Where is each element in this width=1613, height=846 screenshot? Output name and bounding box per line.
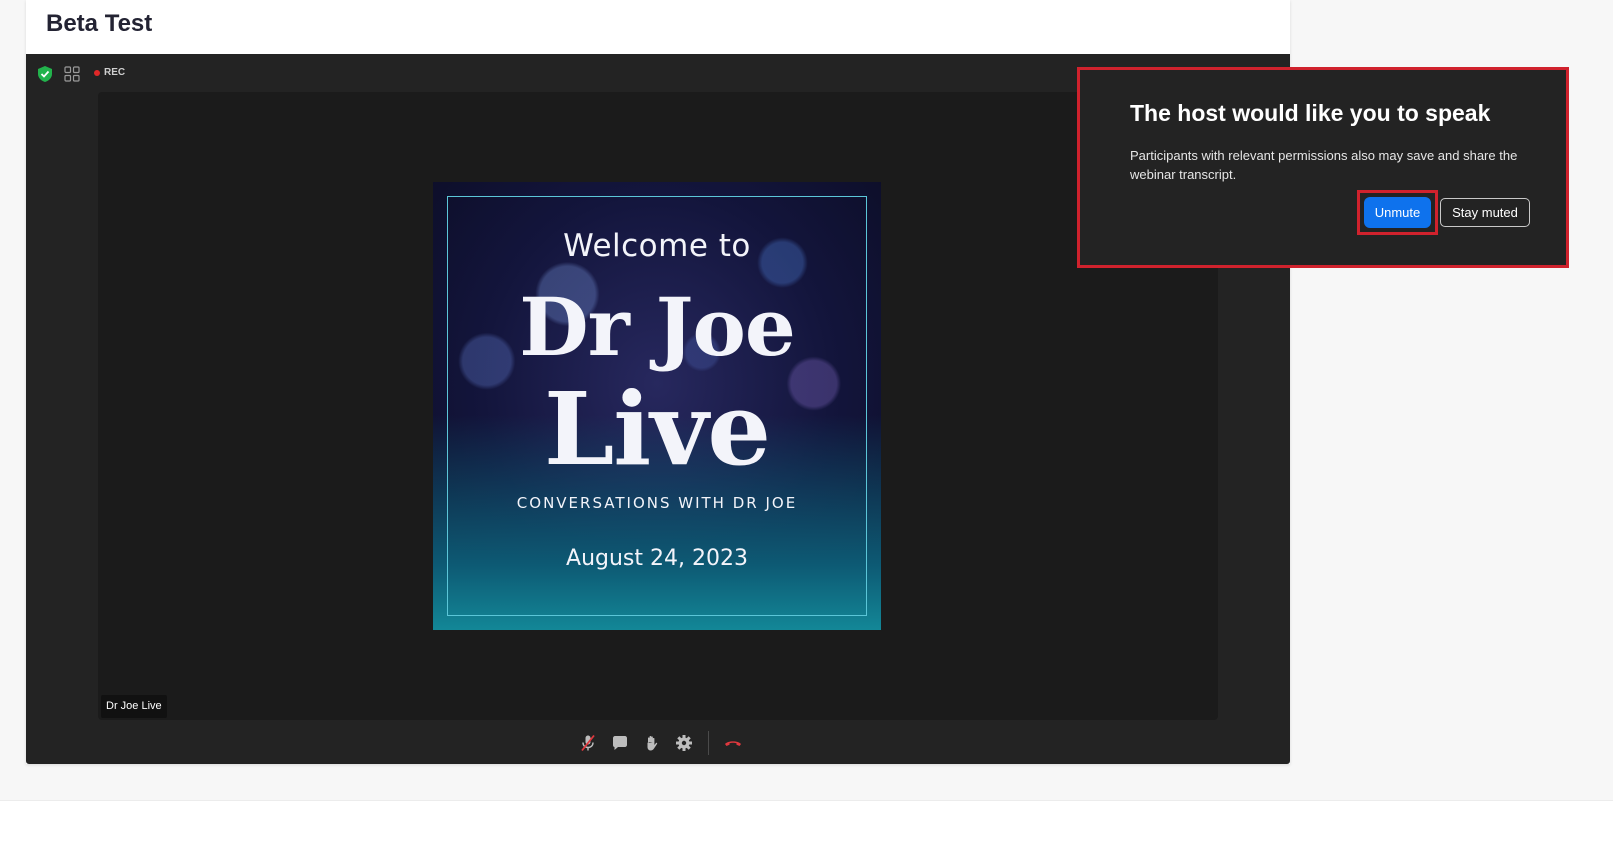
- participant-name-tag: Dr Joe Live: [101, 695, 167, 718]
- page-footer: [0, 800, 1613, 846]
- shield-check-icon[interactable]: [38, 66, 52, 87]
- rec-label: REC: [104, 67, 126, 78]
- poster-welcome: Welcome to: [563, 228, 751, 264]
- page-title: Beta Test: [46, 10, 153, 37]
- gallery-view-icon[interactable]: [64, 66, 80, 87]
- host-request-dialog: The host would like you to speak Partici…: [1077, 67, 1569, 268]
- controls-divider: [708, 731, 709, 755]
- meeting-controls: [578, 730, 743, 756]
- stay-muted-button[interactable]: Stay muted: [1440, 198, 1530, 227]
- video-stage: Welcome to Dr Joe Live CONVERSATIONS WIT…: [98, 92, 1218, 720]
- leave-icon[interactable]: [723, 733, 743, 753]
- chat-icon[interactable]: [610, 733, 630, 753]
- poster-subtitle: CONVERSATIONS WITH DR JOE: [516, 494, 798, 512]
- shared-screen-image: Welcome to Dr Joe Live CONVERSATIONS WIT…: [433, 182, 881, 630]
- poster-title-line1: Dr Joe: [519, 280, 795, 374]
- poster-date: August 24, 2023: [566, 546, 748, 571]
- settings-icon[interactable]: [674, 733, 694, 753]
- recording-indicator: REC: [94, 67, 125, 78]
- dialog-title: The host would like you to speak: [1130, 100, 1491, 126]
- mic-muted-icon[interactable]: [578, 733, 598, 753]
- unmute-button[interactable]: Unmute: [1364, 197, 1431, 228]
- poster-title-line2: Live: [543, 370, 771, 488]
- unmute-button-highlight: Unmute: [1357, 190, 1438, 235]
- raise-hand-icon[interactable]: [642, 733, 662, 753]
- recording-dot-icon: [94, 69, 100, 76]
- dialog-body: Participants with relevant permissions a…: [1130, 148, 1518, 182]
